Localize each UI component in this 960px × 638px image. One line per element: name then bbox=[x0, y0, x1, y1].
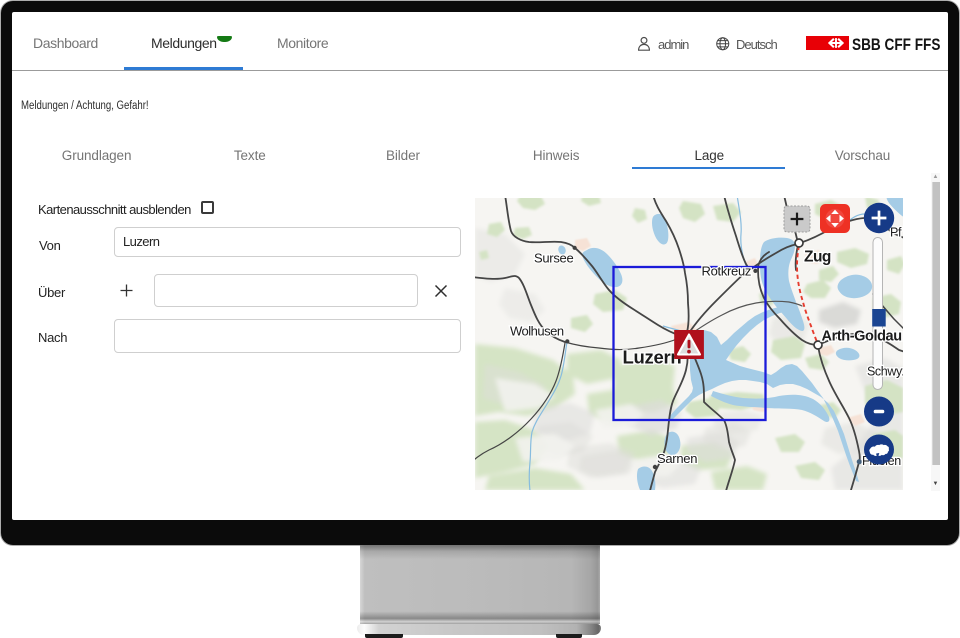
svg-text:Schwyz: Schwyz bbox=[867, 365, 903, 379]
svg-text:Sarnen: Sarnen bbox=[657, 451, 697, 466]
svg-text:Arth-Goldau: Arth-Goldau bbox=[822, 329, 902, 345]
svg-text:Zug: Zug bbox=[804, 249, 831, 266]
svg-text:Sursee: Sursee bbox=[534, 251, 573, 266]
svg-text:Wolhusen: Wolhusen bbox=[510, 324, 564, 339]
svg-text:Pf: Pf bbox=[890, 226, 902, 240]
svg-text:Rotkreuz: Rotkreuz bbox=[702, 264, 752, 279]
svg-text:Luzern: Luzern bbox=[623, 347, 682, 368]
